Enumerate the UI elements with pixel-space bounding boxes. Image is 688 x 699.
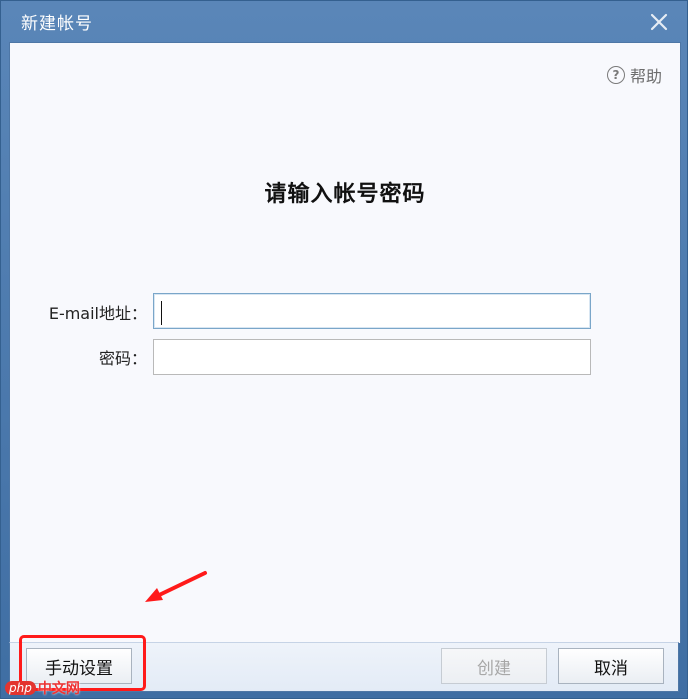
page-title: 请输入帐号密码 (264, 182, 426, 207)
watermark-text: 中文网 (37, 681, 80, 697)
password-label: 密码： (98, 349, 147, 368)
cancel-button[interactable]: 取消 (558, 648, 664, 684)
help-label: 帮助 (629, 67, 662, 86)
window-title: 新建帐号 (21, 14, 93, 34)
annotation-arrow-icon (145, 571, 207, 602)
email-label: E-mail地址： (48, 304, 147, 323)
help-icon: ? (606, 66, 625, 84)
title-bar[interactable]: 新建帐号 (1, 1, 687, 42)
watermark: php 中文网 (5, 678, 80, 698)
watermark-badge: php (5, 681, 36, 695)
help-link[interactable]: ? 帮助 (606, 63, 662, 87)
password-field[interactable] (153, 339, 591, 375)
text-caret (161, 301, 162, 325)
new-account-dialog: 新建帐号 ? 帮助 请输入帐号密码 E-mail地址： 密码： 手动设置 创建 … (0, 0, 688, 699)
create-button[interactable]: 创建 (441, 648, 547, 684)
close-icon[interactable] (647, 10, 671, 34)
email-field[interactable] (153, 293, 591, 329)
